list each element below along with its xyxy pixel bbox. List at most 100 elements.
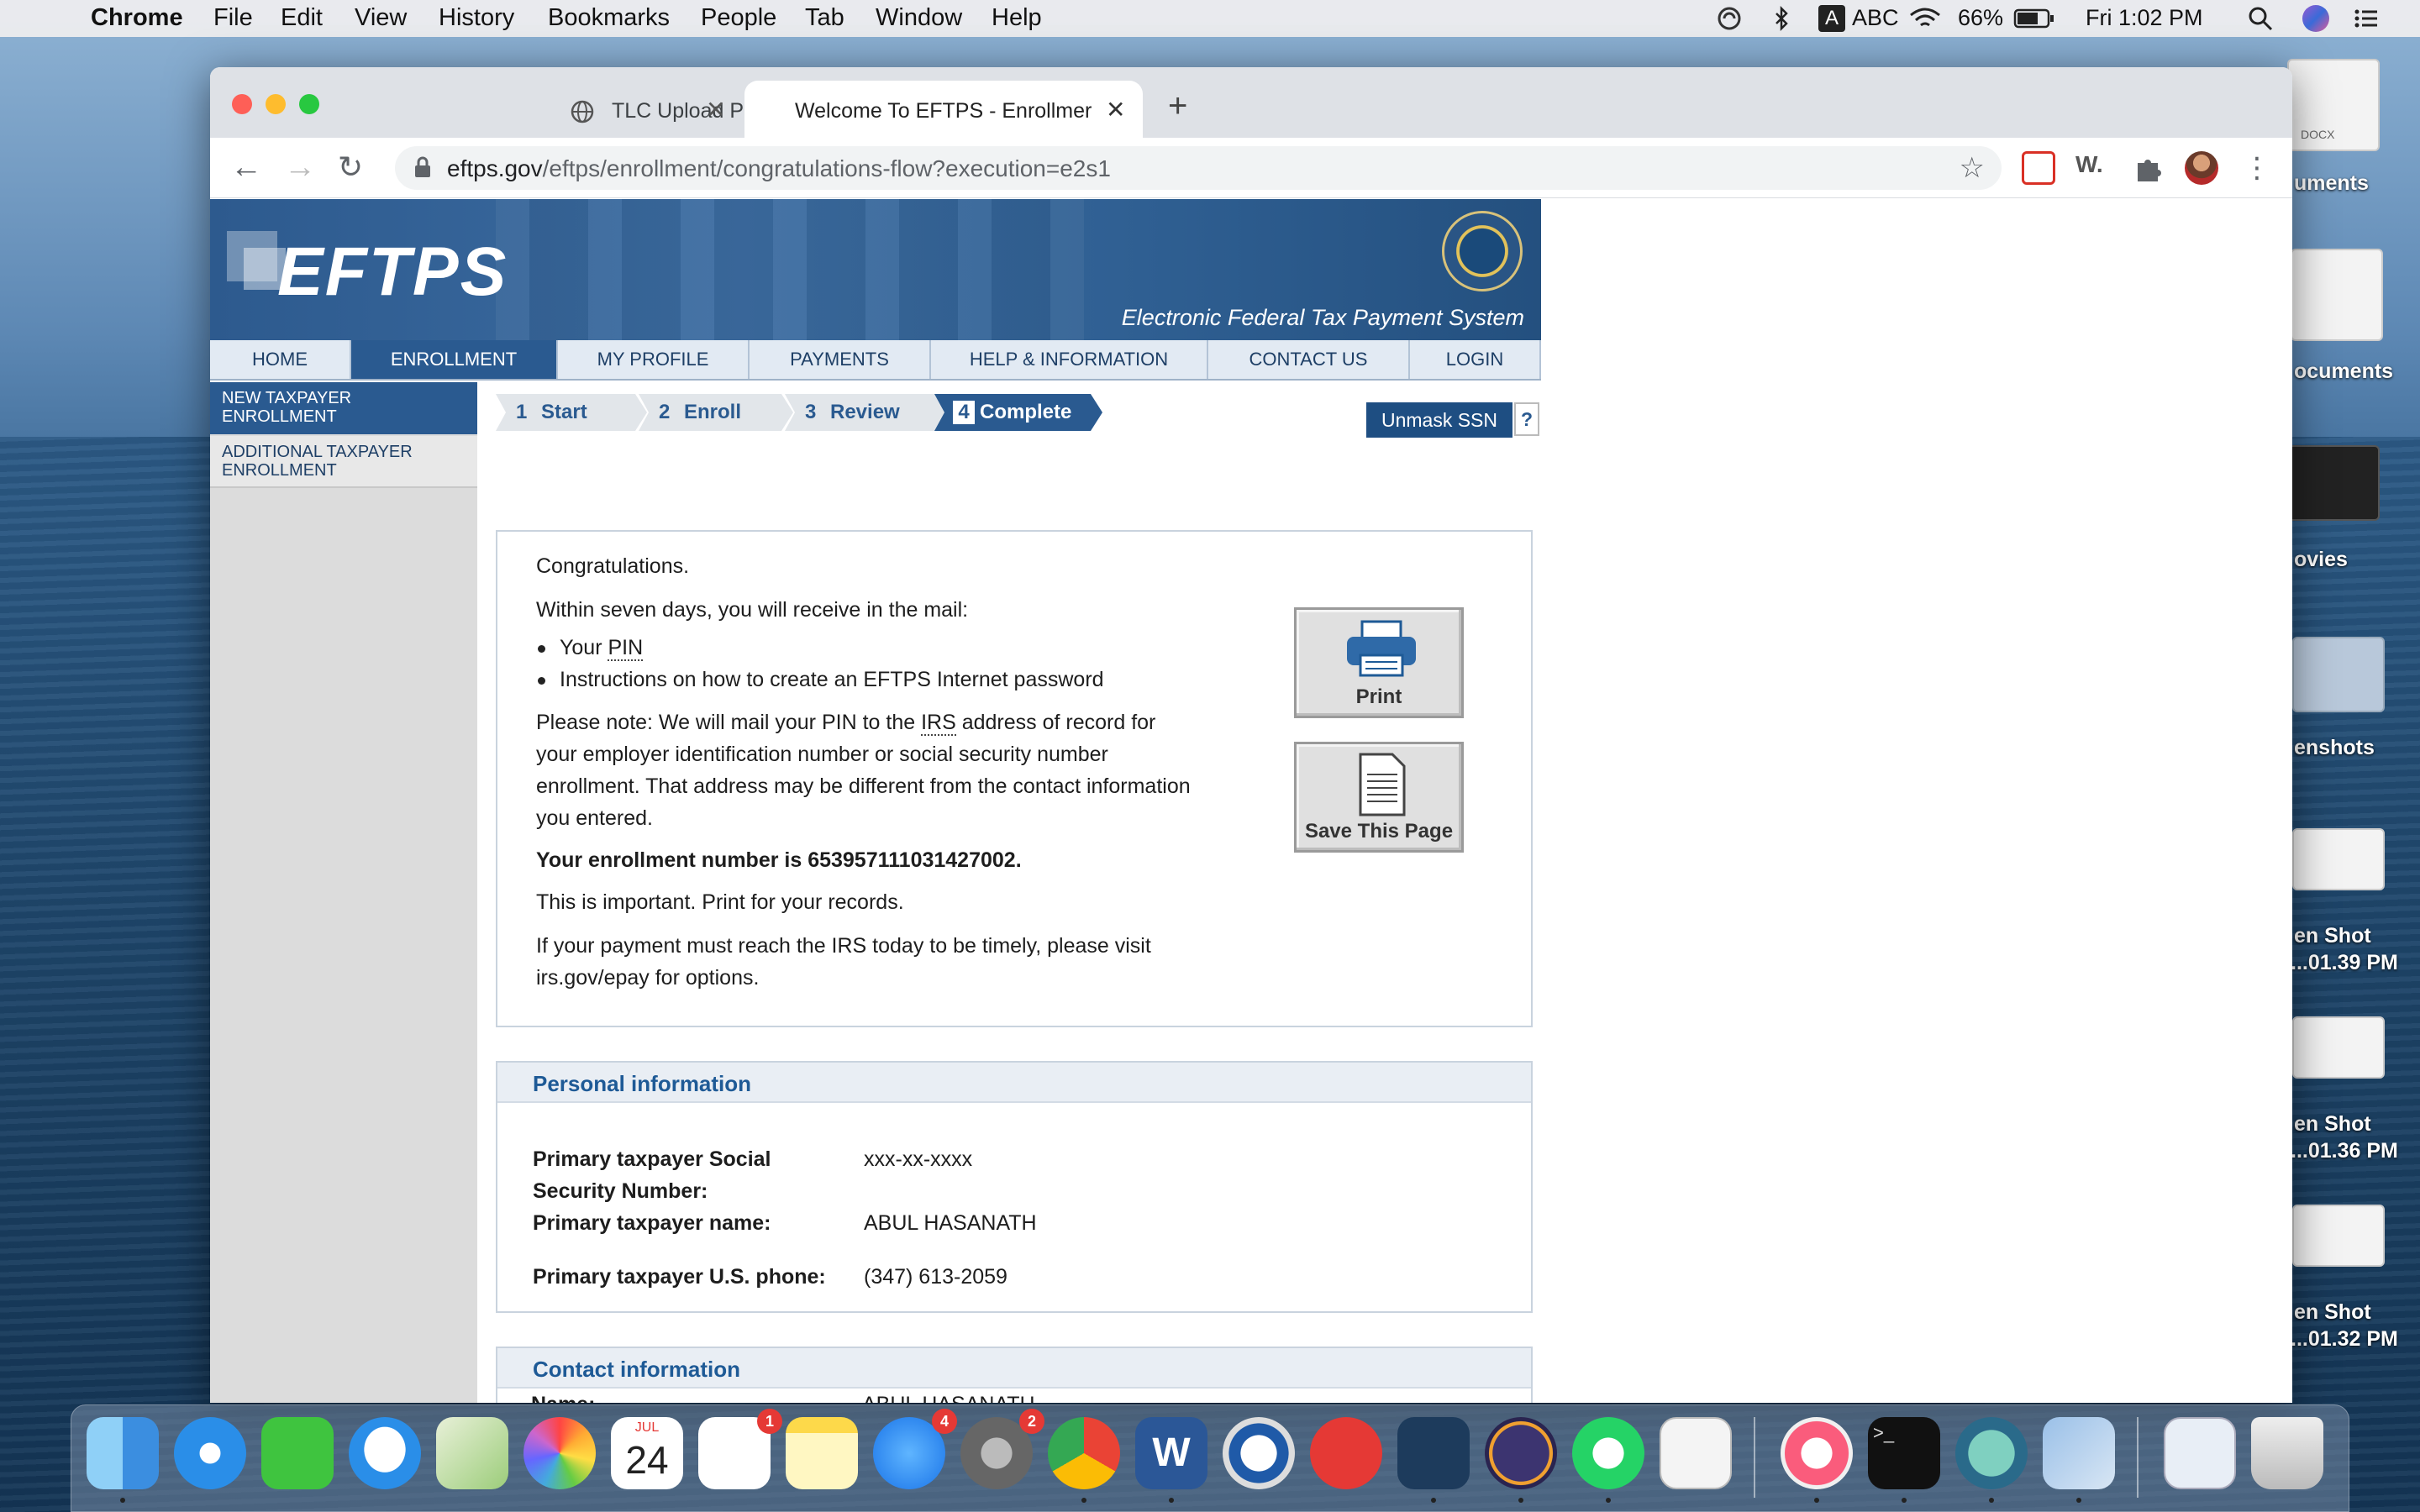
spotlight-search-icon[interactable] bbox=[2247, 5, 2274, 32]
nav-help-information[interactable]: HELP & INFORMATION bbox=[931, 340, 1208, 379]
mysql-workbench-icon[interactable] bbox=[1397, 1417, 1470, 1489]
menu-help[interactable]: Help bbox=[992, 4, 1042, 32]
section-header: Contact information bbox=[497, 1348, 1531, 1389]
whatsapp-icon[interactable] bbox=[1572, 1417, 1644, 1489]
step-review: 3 Review bbox=[785, 394, 953, 431]
mail-item-text: Your bbox=[560, 636, 608, 659]
address-bar[interactable]: eftps.gov/eftps/enrollment/congratulatio… bbox=[395, 146, 2002, 190]
section-title: Personal information bbox=[533, 1071, 752, 1096]
menu-window[interactable]: Window bbox=[876, 4, 962, 32]
nav-enrollment[interactable]: ENROLLMENT bbox=[351, 340, 558, 379]
bookmark-star-icon[interactable]: ☆ bbox=[1960, 151, 1985, 185]
close-window-button[interactable] bbox=[232, 94, 252, 114]
nav-home[interactable]: HOME bbox=[210, 340, 351, 379]
sidebar-item-new-taxpayer-enrollment[interactable]: NEW TAXPAYER ENROLLMENT bbox=[210, 382, 477, 434]
desktop-screenshot-icon[interactable] bbox=[2292, 828, 2385, 890]
menu-people[interactable]: People bbox=[701, 4, 776, 32]
print-button[interactable]: Print bbox=[1294, 607, 1464, 718]
itunes-icon[interactable] bbox=[1781, 1417, 1853, 1489]
macos-menubar: Chrome File Edit View History Bookmarks … bbox=[0, 0, 2420, 37]
safari-icon[interactable] bbox=[174, 1417, 246, 1489]
tab-eftps-enrollment[interactable]: Welcome To EFTPS - Enrollmer ✕ bbox=[744, 81, 1143, 138]
extensions-puzzle-icon[interactable] bbox=[2131, 151, 2165, 185]
extension-w-icon[interactable]: W. bbox=[2075, 151, 2109, 185]
main-nav: HOME ENROLLMENT MY PROFILE PAYMENTS HELP… bbox=[210, 340, 1541, 381]
trash-icon[interactable] bbox=[2251, 1417, 2323, 1489]
wifi-icon[interactable] bbox=[1907, 5, 1943, 32]
preview-icon[interactable] bbox=[2043, 1417, 2115, 1489]
menu-app-name[interactable]: Chrome bbox=[91, 4, 183, 32]
bluetooth-icon[interactable] bbox=[1768, 5, 1795, 32]
siri-icon[interactable] bbox=[2302, 5, 2329, 32]
new-tab-button[interactable]: + bbox=[1168, 87, 1187, 125]
notification-center-icon[interactable] bbox=[2353, 5, 2380, 32]
nav-payments[interactable]: PAYMENTS bbox=[750, 340, 931, 379]
notes-icon[interactable] bbox=[786, 1417, 858, 1489]
sidebar-item-additional-taxpayer-enrollment[interactable]: ADDITIONAL TAXPAYER ENROLLMENT bbox=[210, 436, 477, 488]
desktop-screenshot-icon[interactable] bbox=[2292, 1016, 2385, 1079]
unmask-ssn-button[interactable]: Unmask SSN bbox=[1366, 402, 1512, 438]
step-label: Start bbox=[541, 401, 587, 423]
nav-my-profile[interactable]: MY PROFILE bbox=[558, 340, 750, 379]
running-indicator bbox=[1606, 1498, 1611, 1503]
textedit-icon[interactable] bbox=[1660, 1417, 1732, 1489]
battery-icon[interactable] bbox=[2013, 5, 2055, 32]
input-source-label[interactable]: ABC bbox=[1852, 5, 1899, 31]
url-text[interactable]: eftps.gov/eftps/enrollment/congratulatio… bbox=[447, 155, 1111, 182]
nav-contact-us[interactable]: CONTACT US bbox=[1208, 340, 1410, 379]
lock-icon[interactable] bbox=[413, 156, 432, 178]
save-page-button[interactable]: Save This Page bbox=[1294, 742, 1464, 853]
calendar-month: JUL bbox=[634, 1420, 660, 1435]
sync-status-icon[interactable] bbox=[1716, 5, 1743, 32]
enrollment-number-text: Your enrollment number is 65395711103142… bbox=[536, 848, 1022, 872]
desktop-label: ovies bbox=[2294, 548, 2348, 571]
maps-icon[interactable] bbox=[436, 1417, 508, 1489]
quicktime-icon[interactable] bbox=[1223, 1417, 1295, 1489]
note-line-2: your employer identification number or s… bbox=[536, 743, 1108, 766]
desktop-screenshots-folder-icon[interactable] bbox=[2292, 637, 2385, 712]
profile-avatar[interactable] bbox=[2185, 151, 2218, 185]
step-number: 2 bbox=[659, 401, 671, 423]
desktop-movies-icon[interactable] bbox=[2287, 445, 2380, 521]
nav-login[interactable]: LOGIN bbox=[1410, 340, 1541, 379]
back-arrow-icon[interactable]: ← bbox=[230, 150, 262, 186]
menu-tab[interactable]: Tab bbox=[805, 4, 844, 32]
minimize-window-button[interactable] bbox=[266, 94, 286, 114]
screen-recorder-icon[interactable] bbox=[1955, 1417, 2028, 1489]
desktop-file-icon[interactable]: DOCX bbox=[2287, 59, 2380, 151]
messages-icon[interactable] bbox=[349, 1417, 421, 1489]
downloads-stack-icon[interactable] bbox=[2164, 1417, 2236, 1489]
menu-view[interactable]: View bbox=[355, 4, 407, 32]
photos-icon[interactable] bbox=[523, 1417, 596, 1489]
menu-file[interactable]: File bbox=[213, 4, 253, 32]
desktop-label: ...01.36 PM bbox=[2291, 1139, 2398, 1163]
reload-icon[interactable]: ↻ bbox=[338, 150, 363, 185]
chrome-icon[interactable] bbox=[1048, 1417, 1120, 1489]
zoom-window-button[interactable] bbox=[299, 94, 319, 114]
menu-history[interactable]: History bbox=[439, 4, 514, 32]
help-question-button[interactable]: ? bbox=[1514, 402, 1539, 436]
forward-arrow-icon[interactable]: → bbox=[284, 150, 316, 186]
desktop-folder-icon[interactable] bbox=[2291, 249, 2383, 341]
desktop-screenshot-icon[interactable] bbox=[2292, 1205, 2385, 1267]
finder-icon[interactable] bbox=[87, 1417, 159, 1489]
running-indicator bbox=[1814, 1498, 1819, 1503]
extension-video-icon[interactable] bbox=[2022, 151, 2055, 185]
menu-bookmarks[interactable]: Bookmarks bbox=[548, 4, 670, 32]
close-tab-icon[interactable]: ✕ bbox=[1106, 96, 1125, 123]
note-line-3: enrollment. That address may be differen… bbox=[536, 774, 1191, 798]
terminal-icon[interactable]: >_ bbox=[1868, 1417, 1940, 1489]
input-source-icon[interactable]: A bbox=[1818, 5, 1845, 32]
voice-recorder-icon[interactable] bbox=[1310, 1417, 1382, 1489]
word-icon[interactable]: W bbox=[1135, 1417, 1207, 1489]
ssn-label-line-1: Primary taxpayer Social bbox=[533, 1147, 771, 1171]
menu-edit[interactable]: Edit bbox=[281, 4, 323, 32]
facetime-icon[interactable] bbox=[261, 1417, 334, 1489]
chrome-menu-icon[interactable]: ⋮ bbox=[2240, 151, 2274, 185]
menubar-clock[interactable]: Fri 1:02 PM bbox=[2086, 5, 2203, 31]
close-tab-icon[interactable]: ✕ bbox=[706, 96, 725, 123]
eclipse-icon[interactable] bbox=[1485, 1417, 1557, 1489]
calendar-icon[interactable]: JUL 24 bbox=[611, 1417, 683, 1489]
eftps-logo[interactable]: EFTPS bbox=[277, 233, 508, 312]
step-number: 3 bbox=[805, 401, 817, 423]
